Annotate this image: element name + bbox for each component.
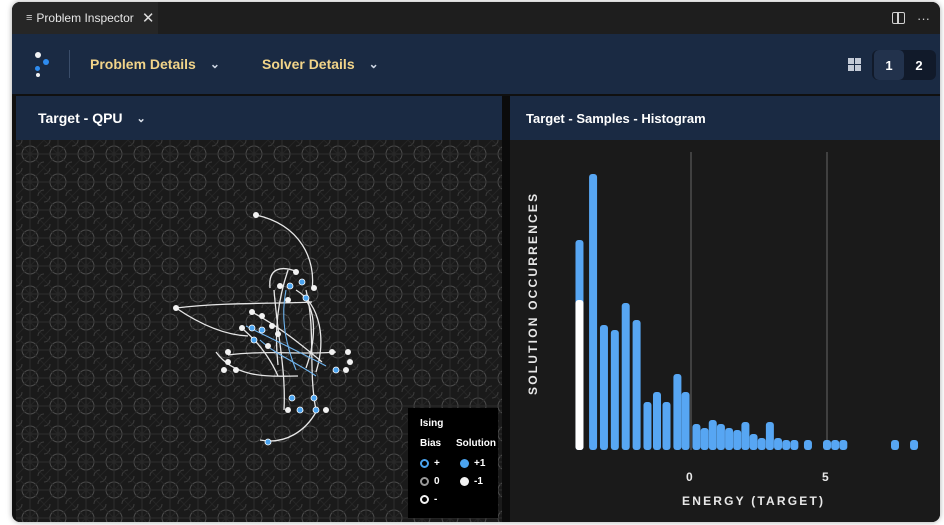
histogram-bar[interactable] bbox=[831, 440, 840, 450]
panel-splitter[interactable] bbox=[502, 96, 510, 522]
histogram-header: Target - Samples - Histogram bbox=[510, 96, 940, 140]
problem-details-label: Problem Details bbox=[90, 56, 196, 72]
tab-actions: ··· bbox=[892, 2, 930, 34]
legend-title: Ising bbox=[420, 418, 444, 429]
legend-solution-value: -1 bbox=[474, 475, 483, 487]
histogram-bar[interactable] bbox=[741, 422, 750, 450]
energy-histogram[interactable] bbox=[510, 140, 940, 522]
tab-title: Problem Inspector bbox=[36, 11, 134, 25]
histogram-bar[interactable] bbox=[891, 440, 899, 450]
histogram-bar[interactable] bbox=[803, 440, 812, 450]
histogram-bar[interactable] bbox=[782, 440, 791, 450]
histogram-bar[interactable] bbox=[716, 424, 725, 450]
ising-legend: Ising Bias Solution + +1 0 -1 - bbox=[408, 408, 498, 518]
solver-details-label: Solver Details bbox=[262, 56, 355, 72]
split-editor-icon[interactable] bbox=[892, 12, 905, 24]
layout-grid-icon[interactable] bbox=[848, 58, 861, 71]
histogram-bar[interactable] bbox=[653, 392, 661, 450]
histogram-bar[interactable] bbox=[700, 428, 709, 450]
histogram-bar[interactable] bbox=[910, 440, 919, 450]
histogram-bar[interactable] bbox=[643, 402, 652, 450]
solution-negative-icon bbox=[460, 476, 469, 486]
histogram-bar[interactable] bbox=[589, 174, 598, 450]
page-1-button[interactable]: 1 bbox=[874, 50, 904, 80]
y-axis-label: SOLUTION OCCURRENCES bbox=[526, 191, 540, 395]
legend-row: - bbox=[420, 492, 498, 506]
histogram-panel: SOLUTION OCCURRENCES ENERGY (TARGET) 0 5 bbox=[510, 140, 940, 522]
legend-solution-header: Solution bbox=[456, 438, 496, 449]
target-qpu-dropdown[interactable]: Target - QPU ⌄ bbox=[16, 96, 502, 140]
bias-positive-icon bbox=[420, 458, 429, 468]
menu-icon: ≡ bbox=[26, 12, 33, 24]
chevron-down-icon: ⌄ bbox=[209, 57, 220, 71]
histogram-bar[interactable] bbox=[610, 330, 619, 450]
bias-negative-icon bbox=[420, 494, 429, 504]
close-icon[interactable]: ✕ bbox=[142, 9, 155, 27]
legend-bias-value: - bbox=[434, 493, 438, 505]
qpu-graph-view[interactable]: Ising Bias Solution + +1 0 -1 - bbox=[16, 140, 502, 522]
inspector-toolbar: Problem Details ⌄ Solver Details ⌄ 1 2 bbox=[12, 34, 940, 94]
right-panel-title: Target - Samples - Histogram bbox=[526, 110, 706, 126]
histogram-bar[interactable] bbox=[632, 320, 641, 450]
solution-positive-icon bbox=[460, 458, 469, 468]
histogram-bar[interactable] bbox=[749, 434, 758, 450]
x-axis-label: ENERGY (TARGET) bbox=[682, 494, 826, 508]
histogram-bar-white[interactable] bbox=[575, 300, 584, 450]
histogram-bar[interactable] bbox=[774, 438, 783, 450]
legend-solution-value: +1 bbox=[474, 457, 486, 469]
histogram-bar[interactable] bbox=[790, 440, 799, 450]
legend-bias-value: 0 bbox=[434, 475, 440, 487]
solver-details-dropdown[interactable]: Solver Details ⌄ bbox=[262, 34, 379, 94]
histogram-bar[interactable] bbox=[681, 392, 690, 450]
histogram-bar[interactable] bbox=[765, 422, 774, 450]
histogram-bar[interactable] bbox=[599, 325, 608, 450]
histogram-bar[interactable] bbox=[673, 374, 682, 450]
histogram-bar[interactable] bbox=[725, 428, 734, 450]
histogram-bar[interactable] bbox=[621, 303, 630, 450]
x-tick-label: 0 bbox=[686, 470, 693, 484]
more-actions-icon[interactable]: ··· bbox=[917, 11, 930, 26]
histogram-bar[interactable] bbox=[692, 424, 701, 450]
problem-inspector-window: ≡ Problem Inspector ✕ ··· Problem Detail… bbox=[12, 2, 940, 522]
chevron-down-icon: ⌄ bbox=[368, 57, 379, 71]
legend-bias-header: Bias bbox=[420, 438, 442, 449]
legend-row: 0 -1 bbox=[420, 474, 498, 488]
page-switcher: 1 2 bbox=[872, 50, 936, 80]
page-2-button[interactable]: 2 bbox=[904, 50, 934, 80]
histogram-bar[interactable] bbox=[733, 430, 742, 450]
tab-bar: ≡ Problem Inspector ✕ ··· bbox=[12, 2, 940, 34]
histogram-bar[interactable] bbox=[708, 420, 717, 450]
toolbar-divider bbox=[69, 50, 70, 78]
x-tick-label: 5 bbox=[822, 470, 829, 484]
left-panel-title: Target - QPU bbox=[38, 110, 123, 126]
histogram-bar[interactable] bbox=[662, 402, 671, 450]
problem-details-dropdown[interactable]: Problem Details ⌄ bbox=[90, 34, 220, 94]
legend-bias-value: + bbox=[434, 457, 440, 469]
histogram-bar[interactable] bbox=[757, 438, 766, 450]
dwave-logo-icon bbox=[34, 52, 50, 78]
legend-row: + +1 bbox=[420, 456, 498, 470]
chevron-down-icon: ⌄ bbox=[136, 112, 146, 125]
histogram-bar[interactable] bbox=[839, 440, 848, 450]
histogram-bar[interactable] bbox=[823, 440, 831, 450]
bias-zero-icon bbox=[420, 476, 429, 486]
tab-problem-inspector[interactable]: ≡ Problem Inspector ✕ bbox=[12, 2, 158, 34]
